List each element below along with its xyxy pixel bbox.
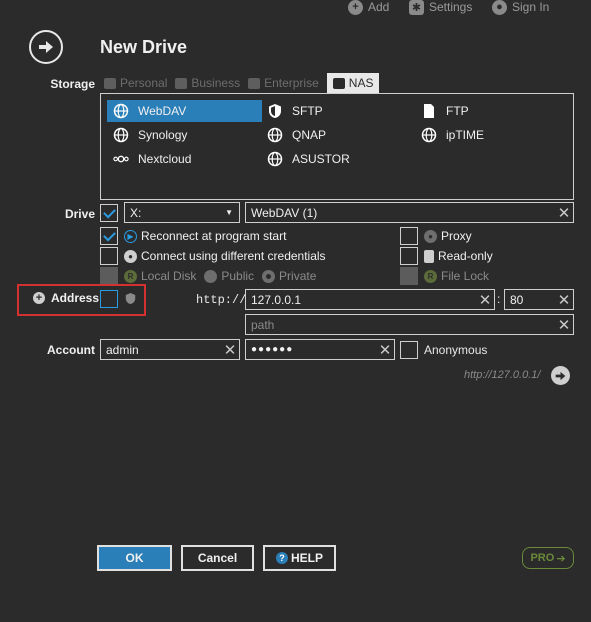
clear-icon[interactable]: ✕: [376, 340, 394, 359]
reconnect-checkbox[interactable]: [100, 227, 118, 245]
signin-button[interactable]: ● Sign In: [492, 0, 550, 15]
settings-button[interactable]: ✱ Settings: [409, 0, 473, 15]
proxy-globe-icon: ●: [424, 229, 437, 243]
storage-item-ftp[interactable]: FTP: [415, 100, 565, 122]
tab-personal[interactable]: Personal: [104, 73, 167, 93]
localdisk-checkbox[interactable]: [100, 267, 118, 285]
address-scheme: http://: [196, 293, 247, 307]
person-icon: [104, 77, 116, 89]
clear-icon[interactable]: ✕: [221, 340, 239, 359]
r-badge-icon: R: [124, 269, 137, 283]
storage-label: Storage: [50, 77, 95, 91]
proxy-checkbox[interactable]: [400, 227, 418, 245]
storage-tabs: Personal Business Enterprise NAS: [104, 73, 380, 93]
password-input[interactable]: ●●●●●● ✕: [245, 339, 395, 360]
credentials-option: ● Connect using different credentials: [118, 247, 326, 265]
r-badge-icon: R: [424, 269, 437, 283]
globe-icon: [113, 103, 129, 119]
drive-name-input[interactable]: WebDAV (1) ✕: [245, 202, 574, 223]
drive-label: Drive: [64, 207, 95, 221]
storage-item-sftp[interactable]: SFTP: [261, 100, 411, 122]
back-arrow-button[interactable]: [29, 30, 63, 64]
port-input[interactable]: 80 ✕: [504, 289, 574, 310]
plus-icon: +: [348, 0, 363, 15]
localdisk-option: R Local Disk Public Private: [118, 267, 316, 285]
storage-item-webdav[interactable]: WebDAV: [107, 100, 262, 122]
add-button[interactable]: + Add: [348, 0, 390, 15]
nas-icon: [332, 77, 345, 89]
username-input[interactable]: admin ✕: [100, 339, 240, 360]
shield-icon: [124, 292, 136, 305]
clear-icon[interactable]: ✕: [555, 315, 573, 334]
arrow-right-icon: [39, 41, 53, 53]
lock-icon: [424, 249, 434, 263]
cancel-button[interactable]: Cancel: [181, 545, 254, 571]
go-button[interactable]: [551, 366, 570, 385]
account-label: Account: [47, 343, 95, 357]
globe-icon: [267, 127, 283, 143]
clear-icon[interactable]: ✕: [555, 203, 573, 222]
page-title: New Drive: [100, 37, 188, 57]
readonly-option: Read-only: [418, 247, 493, 265]
file-icon: [421, 103, 437, 119]
globe-icon: [421, 127, 437, 143]
shield-icon: [267, 103, 283, 119]
public-radio[interactable]: [204, 269, 218, 283]
address-label: Address: [51, 291, 100, 305]
storage-item-iptime[interactable]: ipTIME: [415, 124, 565, 146]
arrow-right-icon: ➔: [556, 552, 566, 565]
caret-down-icon: ▼: [225, 208, 233, 217]
storage-item-nextcloud[interactable]: Nextcloud: [107, 148, 262, 170]
drive-letter-select[interactable]: X: ▼: [124, 202, 240, 223]
ok-button[interactable]: OK: [97, 545, 172, 571]
proxy-option: ● Proxy: [418, 227, 472, 245]
storage-panel: WebDAV SFTP FTP Synology QNAP ipTIME Nex…: [100, 93, 574, 200]
nextcloud-icon: [113, 151, 129, 167]
clear-icon[interactable]: ✕: [555, 290, 573, 309]
port-separator: :: [497, 292, 501, 306]
globe-icon: [113, 127, 129, 143]
pro-button[interactable]: PRO ➔: [522, 547, 574, 569]
help-button[interactable]: ? HELP: [263, 545, 336, 571]
globe-icon: [267, 151, 283, 167]
drive-checkbox[interactable]: [100, 204, 118, 222]
arrow-right-icon: [555, 371, 566, 380]
address-expander[interactable]: + Address: [33, 291, 99, 305]
user-icon: ●: [492, 0, 507, 15]
anonymous-label: Anonymous: [424, 343, 488, 357]
host-input[interactable]: 127.0.0.1 ✕: [245, 289, 495, 310]
plus-circle-icon: +: [33, 292, 45, 304]
storage-item-synology[interactable]: Synology: [107, 124, 262, 146]
readonly-checkbox[interactable]: [400, 247, 418, 265]
tab-nas[interactable]: NAS: [326, 73, 380, 93]
address-checkbox[interactable]: [100, 290, 118, 308]
filelock-option: R File Lock: [418, 267, 489, 285]
gear-icon: ✱: [409, 0, 424, 15]
storage-item-asustor[interactable]: ASUSTOR: [261, 148, 411, 170]
question-icon: ?: [275, 552, 288, 564]
preview-url: http://127.0.0.1/: [464, 369, 541, 381]
private-radio[interactable]: [262, 269, 276, 283]
add-label: Add: [368, 0, 390, 14]
filelock-checkbox[interactable]: [400, 267, 418, 285]
tab-enterprise[interactable]: Enterprise: [248, 73, 319, 93]
play-icon: ▶: [124, 229, 137, 243]
credentials-checkbox[interactable]: [100, 247, 118, 265]
people-icon: [175, 77, 188, 89]
clear-icon[interactable]: ✕: [476, 290, 494, 309]
tab-business[interactable]: Business: [175, 73, 240, 93]
building-icon: [248, 77, 261, 89]
path-input[interactable]: path ✕: [245, 314, 574, 335]
user-circle-icon: ●: [124, 249, 137, 263]
storage-item-qnap[interactable]: QNAP: [261, 124, 411, 146]
signin-label: Sign In: [512, 0, 550, 14]
settings-label: Settings: [429, 0, 473, 14]
reconnect-option: ▶ Reconnect at program start: [118, 227, 286, 245]
anonymous-checkbox[interactable]: [400, 341, 418, 359]
